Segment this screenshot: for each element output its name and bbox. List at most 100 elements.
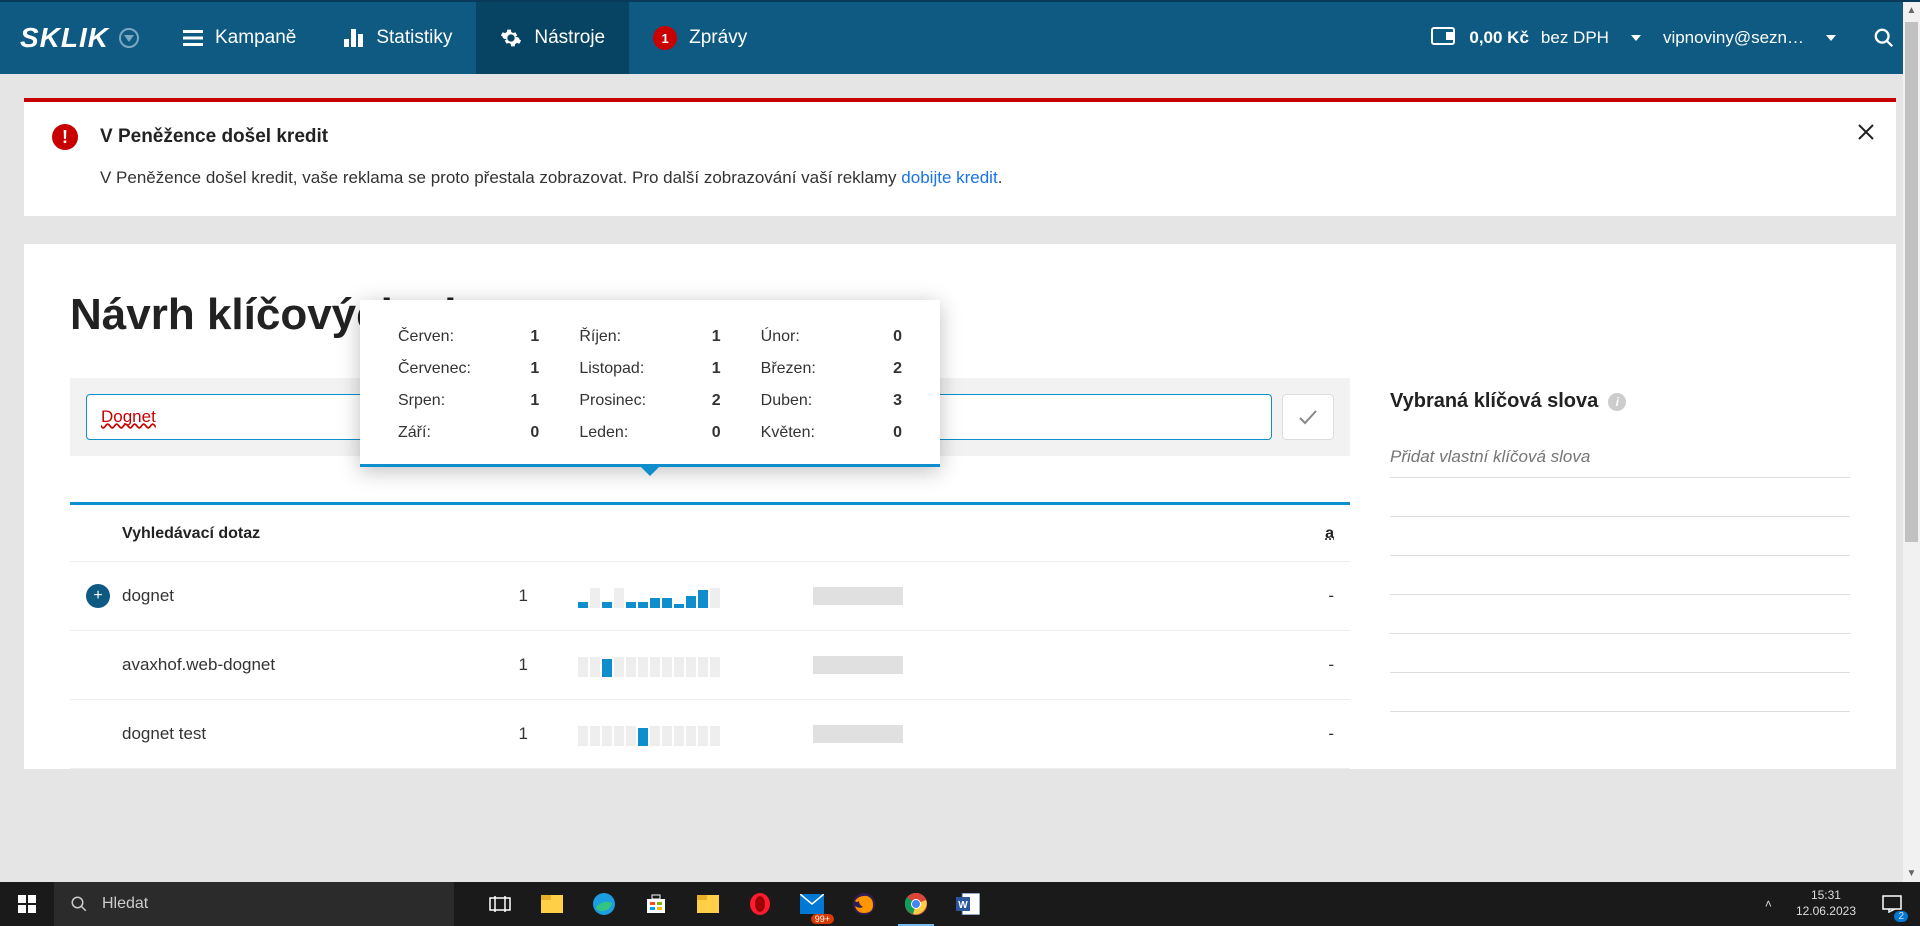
alert-error-icon: ! — [52, 124, 78, 150]
start-button[interactable] — [0, 882, 54, 926]
nav-campaigns[interactable]: Kampaně — [159, 2, 320, 74]
tooltip-month-row: Listopad:1 — [579, 360, 720, 378]
nav-stats-label: Statistiky — [376, 27, 452, 49]
info-icon[interactable]: i — [1608, 393, 1626, 411]
logo-dropdown-icon[interactable] — [119, 28, 139, 48]
vat-label: bez DPH — [1541, 28, 1609, 48]
trend-sparkline[interactable] — [528, 584, 768, 608]
keyword-text: dognet test — [122, 724, 408, 744]
content-wrap: ! V Peněžence došel kredit V Peněžence d… — [0, 74, 1920, 769]
tooltip-month-value: 0 — [893, 328, 902, 346]
logo[interactable]: SKLIK — [0, 22, 159, 54]
col-competition: a — [950, 525, 1350, 543]
bid-placeholder — [768, 587, 948, 605]
taskbar-search-placeholder: Hledat — [102, 895, 148, 913]
main-panel: Návrh klíčových slov Dognet Vyhledávací … — [24, 244, 1896, 769]
alert-close-button[interactable] — [1856, 122, 1876, 147]
explorer2-icon[interactable] — [682, 882, 734, 926]
add-keyword-input[interactable] — [1390, 437, 1850, 478]
mail-icon[interactable]: 99+ — [786, 882, 838, 926]
scroll-up-icon[interactable]: ▲ — [1903, 2, 1920, 19]
selected-line — [1390, 555, 1850, 556]
tooltip-month-label: Říjen: — [579, 328, 621, 346]
explorer-icon[interactable] — [526, 882, 578, 926]
tooltip-month-label: Duben: — [761, 392, 813, 410]
taskbar-clock[interactable]: 15:31 12.06.2023 — [1782, 888, 1870, 919]
credit-alert: ! V Peněžence došel kredit V Peněžence d… — [24, 98, 1896, 216]
alert-body-suffix: . — [998, 168, 1003, 187]
tooltip-month-row: Únor: 0 — [761, 328, 902, 346]
scroll-down-icon[interactable]: ▼ — [1903, 865, 1920, 882]
keyword-text: avaxhof.web-dognet — [122, 655, 408, 675]
nav-stats[interactable]: Statistiky — [320, 2, 476, 74]
tooltip-month-row: Prosinec: 2 — [579, 392, 720, 410]
tooltip-month-value: 1 — [712, 328, 721, 346]
taskbar-apps: 99+ W — [474, 882, 994, 926]
page-scrollbar[interactable]: ▲ ▼ — [1903, 2, 1920, 882]
wallet-icon — [1431, 27, 1455, 50]
keyword-submit-button[interactable] — [1282, 394, 1334, 440]
tooltip-month-label: Březen: — [761, 360, 816, 378]
header-right: 0,00 Kč bez DPH vipnoviny@sezn… — [1431, 2, 1920, 74]
trend-sparkline[interactable] — [528, 722, 768, 746]
tooltip-month-row: Leden:0 — [579, 424, 720, 442]
alert-body-prefix: V Peněžence došel kredit, vaše reklama s… — [100, 168, 901, 187]
word-icon[interactable]: W — [942, 882, 994, 926]
balance-amount: 0,00 Kč — [1469, 28, 1529, 48]
competition-value: - — [948, 655, 1350, 675]
selected-line — [1390, 594, 1850, 595]
tooltip-month-label: Únor: — [761, 328, 800, 346]
nav-messages[interactable]: 1 Zprávy — [629, 2, 771, 74]
competition-value: - — [948, 586, 1350, 606]
trend-sparkline[interactable] — [528, 653, 768, 677]
nav-tools-label: Nástroje — [534, 27, 605, 49]
header-search-button[interactable] — [1868, 22, 1900, 54]
table-row: avaxhof.web-dognet1- — [70, 631, 1350, 700]
col-keyword: Vyhledávací dotaz — [70, 525, 410, 543]
tooltip-month-value: 1 — [530, 392, 539, 410]
table-row: dognet test1- — [70, 700, 1350, 769]
tooltip-month-value: 3 — [893, 392, 902, 410]
user-dropdown-icon[interactable] — [1826, 35, 1836, 41]
bid-placeholder — [768, 656, 948, 674]
taskbar-right: ˄ 15:31 12.06.2023 2 — [1755, 882, 1920, 926]
results-table-header: Vyhledávací dotaz a — [70, 505, 1350, 562]
selected-title: Vybraná klíčová slova — [1390, 390, 1598, 413]
taskview-icon[interactable] — [474, 882, 526, 926]
tooltip-month-row: Duben: 3 — [761, 392, 902, 410]
chrome-icon[interactable] — [890, 882, 942, 926]
selected-keywords-panel: Vybraná klíčová slova i — [1390, 290, 1850, 769]
notification-badge: 2 — [1894, 911, 1908, 922]
user-email[interactable]: vipnoviny@sezn… — [1663, 28, 1804, 48]
tooltip-month-label: Květen: — [761, 424, 815, 442]
main-header: SKLIK Kampaně Statistiky Nástroje 1 Zprá… — [0, 2, 1920, 74]
tooltip-month-row: Srpen:1 — [398, 392, 539, 410]
notification-button[interactable]: 2 — [1870, 882, 1914, 926]
alert-topup-link[interactable]: dobijte kredit — [901, 168, 997, 187]
logo-text: SKLIK — [20, 22, 109, 54]
tooltip-month-label: Prosinec: — [579, 392, 646, 410]
windows-taskbar: Hledat 99+ W ˄ 15:31 12.06.2023 2 — [0, 882, 1920, 926]
tooltip-month-value: 2 — [712, 392, 721, 410]
edge-icon[interactable] — [578, 882, 630, 926]
gear-icon — [500, 27, 522, 49]
tooltip-month-value: 1 — [712, 360, 721, 378]
nav-tools[interactable]: Nástroje — [476, 2, 629, 74]
tooltip-month-label: Červen: — [398, 328, 454, 346]
messages-badge: 1 — [653, 26, 677, 50]
scroll-thumb[interactable] — [1905, 22, 1918, 542]
bar-chart-icon — [344, 29, 364, 47]
alert-body: V Peněžence došel kredit, vaše reklama s… — [100, 168, 1868, 188]
tooltip-month-label: Červenec: — [398, 360, 471, 378]
firefox-icon[interactable] — [838, 882, 890, 926]
main-nav: Kampaně Statistiky Nástroje 1 Zprávy — [159, 2, 771, 74]
store-icon[interactable] — [630, 882, 682, 926]
taskbar-search[interactable]: Hledat — [54, 882, 454, 926]
opera-icon[interactable] — [734, 882, 786, 926]
tooltip-month-label: Září: — [398, 424, 431, 442]
balance-dropdown-icon[interactable] — [1631, 35, 1641, 41]
alert-title: V Peněžence došel kredit — [100, 126, 328, 148]
tray-chevron-icon[interactable]: ˄ — [1755, 897, 1782, 911]
tooltip-col-2: Říjen:1Listopad:1Prosinec:2Leden:0 — [579, 328, 720, 442]
add-keyword-button[interactable]: + — [86, 584, 110, 608]
